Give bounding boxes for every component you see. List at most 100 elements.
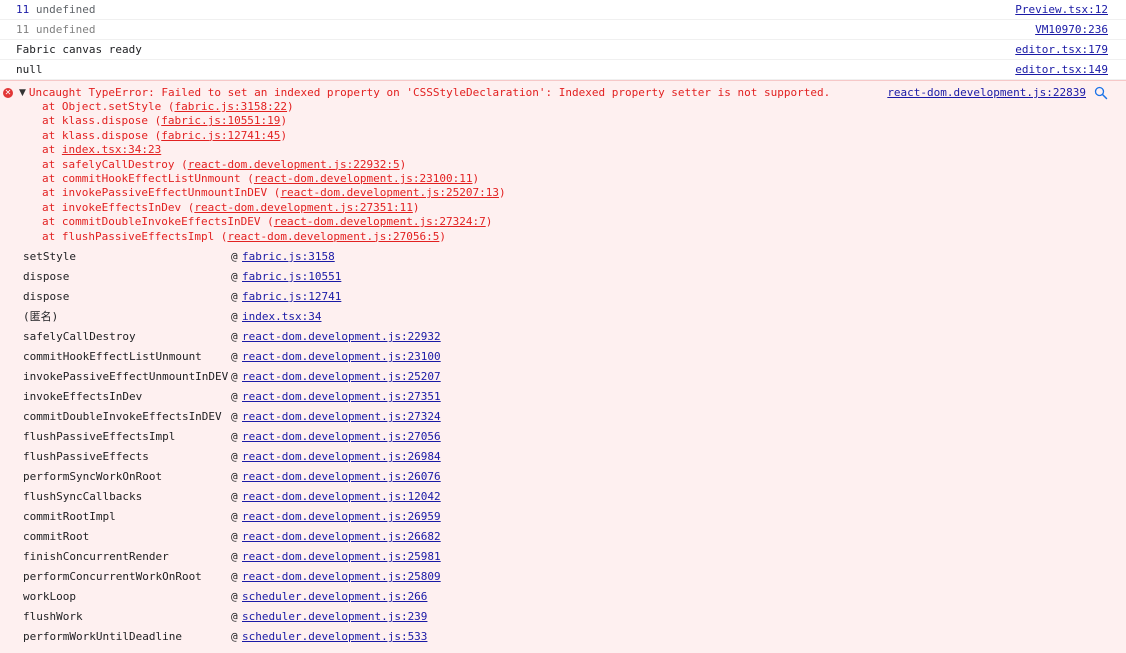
stack-frame-row: safelyCallDestroy @ react-dom.development.… xyxy=(0,327,1126,347)
frame-source-link[interactable]: index.tsx:34 xyxy=(242,307,321,327)
stack-line-suffix: ) xyxy=(399,157,407,171)
console-log-row: 11 undefined Preview.tsx:12 xyxy=(0,0,1126,20)
stack-line-text: at invokeEffectsInDev ( xyxy=(42,200,195,214)
log-text: undefined xyxy=(35,23,96,36)
stack-frame-row: invokeEffectsInDev @ react-dom.development… xyxy=(0,387,1126,407)
frame-source-link[interactable]: fabric.js:3158 xyxy=(242,247,335,267)
frame-source-link[interactable]: fabric.js:10551 xyxy=(242,267,341,287)
log-source-link[interactable]: editor.tsx:149 xyxy=(1015,63,1108,76)
error-message: Uncaught TypeError: Failed to set an ind… xyxy=(28,86,831,99)
frame-source-link[interactable]: scheduler.development.js:239 xyxy=(242,607,427,627)
error-circle-icon: ✕ xyxy=(3,88,13,98)
stack-line-suffix: ) xyxy=(472,171,480,185)
stack-frame-row: setStyle @ fabric.js:3158 xyxy=(0,247,1126,267)
stack-source-link[interactable]: index.tsx:34:23 xyxy=(62,143,161,156)
stack-line-suffix: ) xyxy=(280,114,288,128)
frame-function-name: commitDoubleInvokeEffectsInDEV xyxy=(23,409,222,423)
frame-at-symbol: @ xyxy=(231,289,238,303)
log-source-link[interactable]: Preview.tsx:12 xyxy=(1015,3,1108,16)
stack-line: at invokeEffectsInDev (react-dom.develop… xyxy=(42,201,1126,215)
frame-source-link[interactable]: react-dom.development.js:25207 xyxy=(242,367,441,387)
frame-at-symbol: @ xyxy=(231,269,238,283)
frame-function-name: invokePassiveEffectUnmountInDEV xyxy=(23,369,229,383)
stack-frame-row: dispose @ fabric.js:10551 xyxy=(0,267,1126,287)
log-source-link[interactable]: VM10970:236 xyxy=(1035,23,1108,36)
stack-line: at commitHookEffectListUnmount (react-do… xyxy=(42,172,1126,186)
frame-source-link[interactable]: react-dom.development.js:27324 xyxy=(242,407,441,427)
stack-line: at commitDoubleInvokeEffectsInDEV (react… xyxy=(42,215,1126,229)
stack-frame-row: flushWork @ scheduler.development.js:239 xyxy=(0,607,1126,627)
stack-source-link[interactable]: fabric.js:12741:45 xyxy=(161,129,280,142)
stack-line-suffix: ) xyxy=(412,200,420,214)
frame-at-symbol: @ xyxy=(231,429,238,443)
stack-frame-row: dispose @ fabric.js:12741 xyxy=(0,287,1126,307)
search-icon[interactable] xyxy=(1094,86,1108,100)
frame-function-name: dispose xyxy=(23,289,70,303)
stack-source-link[interactable]: react-dom.development.js:25207:13 xyxy=(280,186,499,199)
console-log-row: 11 undefined VM10970:236 xyxy=(0,20,1126,40)
devtools-console: 11 undefined Preview.tsx:12 11 undefined… xyxy=(0,0,1126,653)
stack-frame-row: commitDoubleInvokeEffectsInDEV @ react-dom… xyxy=(0,407,1126,427)
stack-source-link[interactable]: react-dom.development.js:23100:11 xyxy=(254,172,473,185)
stack-frame-row: performWorkUntilDeadline @ scheduler.devel… xyxy=(0,627,1126,647)
frame-at-symbol: @ xyxy=(231,509,238,523)
frame-source-link[interactable]: react-dom.development.js:25981 xyxy=(242,547,441,567)
frame-source-link[interactable]: react-dom.development.js:26682 xyxy=(242,527,441,547)
frame-function-name: commitRootImpl xyxy=(23,509,116,523)
frame-source-link[interactable]: react-dom.development.js:12042 xyxy=(242,487,441,507)
frame-source-link[interactable]: react-dom.development.js:26984 xyxy=(242,447,441,467)
expand-triangle-icon[interactable]: ▼ xyxy=(19,86,26,100)
frame-at-symbol: @ xyxy=(231,489,238,503)
frame-source-link[interactable]: react-dom.development.js:23100 xyxy=(242,347,441,367)
frame-at-symbol: @ xyxy=(231,389,238,403)
stack-frame-row: (匿名) @ index.tsx:34 xyxy=(0,307,1126,327)
frame-source-link[interactable]: react-dom.development.js:25809 xyxy=(242,567,441,587)
frame-source-link[interactable]: react-dom.development.js:27056 xyxy=(242,427,441,447)
stack-source-link[interactable]: react-dom.development.js:27056:5 xyxy=(227,230,439,243)
console-log-row: null editor.tsx:149 xyxy=(0,60,1126,80)
stack-line-text: at klass.dispose ( xyxy=(42,114,162,128)
stack-frame-row: flushPassiveEffectsImpl @ react-dom.develo… xyxy=(0,427,1126,447)
stack-source-link[interactable]: react-dom.development.js:27324:7 xyxy=(274,215,486,228)
stack-source-link[interactable]: fabric.js:10551:19 xyxy=(161,114,280,127)
stack-source-link[interactable]: react-dom.development.js:27351:11 xyxy=(194,201,413,214)
stack-line: at klass.dispose (fabric.js:10551:19) xyxy=(42,114,1126,128)
frame-at-symbol: @ xyxy=(231,629,238,643)
frame-function-name: safelyCallDestroy xyxy=(23,329,136,343)
frame-function-name: workLoop xyxy=(23,589,76,603)
stack-line: at safelyCallDestroy (react-dom.developm… xyxy=(42,158,1126,172)
stack-frame-row: finishConcurrentRender @ react-dom.develop… xyxy=(0,547,1126,567)
stack-frame-row: commitRootImpl @ react-dom.development.js:… xyxy=(0,507,1126,527)
frame-function-name: (匿名) xyxy=(23,309,59,323)
frame-source-link[interactable]: scheduler.development.js:533 xyxy=(242,627,427,647)
frame-source-link[interactable]: react-dom.development.js:22932 xyxy=(242,327,441,347)
frame-at-symbol: @ xyxy=(231,529,238,543)
stack-line-text: at invokePassiveEffectUnmountInDEV ( xyxy=(42,186,281,200)
frame-source-link[interactable]: fabric.js:12741 xyxy=(242,287,341,307)
stack-source-link[interactable]: fabric.js:3158:22 xyxy=(174,100,287,113)
frame-at-symbol: @ xyxy=(231,309,238,323)
frame-function-name: flushWork xyxy=(23,609,83,623)
log-message: 11 undefined xyxy=(16,23,1035,36)
stack-line-suffix: ) xyxy=(498,186,506,200)
console-log-row: Fabric canvas ready editor.tsx:179 xyxy=(0,40,1126,60)
stack-frame-row: flushPassiveEffects @ react-dom.developmen… xyxy=(0,447,1126,467)
frame-source-link[interactable]: react-dom.development.js:26959 xyxy=(242,507,441,527)
frame-function-name: commitRoot xyxy=(23,529,90,543)
frame-function-name: dispose xyxy=(23,269,70,283)
frame-source-link[interactable]: react-dom.development.js:26076 xyxy=(242,467,441,487)
error-source-link[interactable]: react-dom.development.js:22839 xyxy=(887,86,1086,100)
stack-source-link[interactable]: react-dom.development.js:22932:5 xyxy=(188,158,400,171)
frame-at-symbol: @ xyxy=(231,329,238,343)
stack-line: at Object.setStyle (fabric.js:3158:22) xyxy=(42,100,1126,114)
frame-at-symbol: @ xyxy=(231,449,238,463)
stack-line: at invokePassiveEffectUnmountInDEV (reac… xyxy=(42,186,1126,200)
log-source-link[interactable]: editor.tsx:179 xyxy=(1015,43,1108,56)
repeat-count: 11 xyxy=(16,3,30,16)
frame-source-link[interactable]: react-dom.development.js:27351 xyxy=(242,387,441,407)
frame-source-link[interactable]: scheduler.development.js:266 xyxy=(242,587,427,607)
frame-function-name: setStyle xyxy=(23,249,76,263)
frame-function-name: invokeEffectsInDev xyxy=(23,389,143,403)
log-message: null xyxy=(16,63,43,76)
frame-at-symbol: @ xyxy=(231,609,238,623)
